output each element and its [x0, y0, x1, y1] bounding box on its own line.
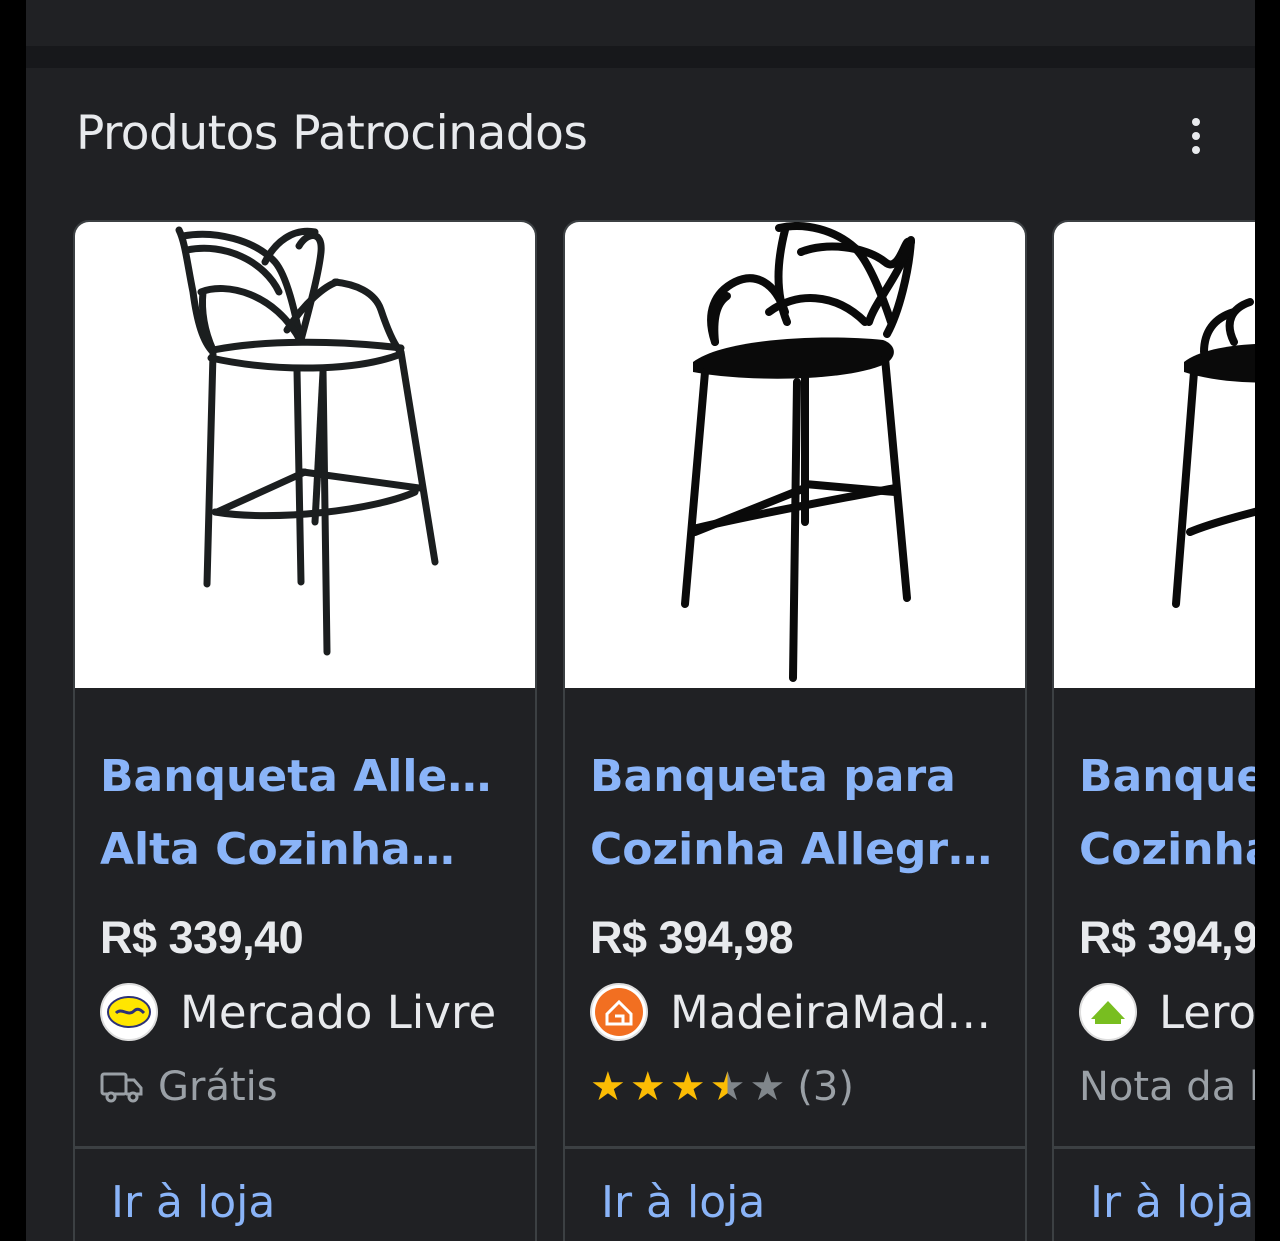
merchant-name: Leroy — [1159, 985, 1255, 1039]
product-card[interactable]: Banqueta Cozinha R$ 394,9 Leroy Nota da … — [1052, 220, 1255, 1241]
product-title-link[interactable]: Banqueta Allegra Alta Cozinha… — [100, 740, 510, 886]
merchant-name: MadeiraMad… — [670, 985, 992, 1039]
card-divider — [1054, 1146, 1255, 1149]
rating-row: Nota da l — [1079, 1062, 1255, 1112]
truck-icon — [100, 1072, 143, 1103]
card-divider — [75, 1146, 535, 1149]
store-rating-label: Nota da l — [1079, 1064, 1255, 1110]
product-card[interactable]: Banqueta Allegra Alta Cozinha… R$ 339,40… — [73, 220, 537, 1241]
mercado-livre-logo-icon — [100, 983, 158, 1041]
section-divider — [26, 46, 1255, 68]
product-title-line: Banqueta — [1079, 751, 1255, 802]
star-outline-icon: ★ — [749, 1064, 786, 1110]
bar-stool-image — [175, 226, 439, 656]
product-title-line: Banqueta para — [590, 751, 956, 802]
star-icon: ★ — [669, 1064, 706, 1110]
product-title-line: Alta Cozinha… — [100, 824, 455, 875]
leroy-merlin-logo-icon — [1079, 983, 1137, 1041]
more-vert-icon[interactable] — [1174, 112, 1218, 160]
product-card[interactable]: Banqueta para Cozinha Allegra… R$ 394,98… — [563, 220, 1027, 1241]
bar-stool-image — [681, 222, 915, 682]
visit-store-link[interactable]: Ir à loja — [111, 1177, 275, 1228]
product-price: R$ 394,98 — [590, 912, 794, 963]
product-image[interactable] — [1054, 222, 1255, 688]
sponsored-products-panel: Produtos Patrocinados Banqueta Allegra A… — [26, 68, 1255, 1241]
bar-stool-image — [1172, 298, 1255, 608]
product-price: R$ 339,40 — [100, 912, 304, 963]
visit-store-link[interactable]: Ir à loja — [1090, 1177, 1254, 1228]
star-rating: ★ ★ ★ ★ ★ — [590, 1067, 785, 1107]
star-icon: ★ — [590, 1064, 626, 1110]
merchant-row: Mercado Livre — [100, 982, 520, 1042]
half-star-icon: ★ — [709, 1064, 746, 1110]
review-count: (3) — [797, 1064, 854, 1110]
product-price: R$ 394,9 — [1079, 912, 1255, 963]
product-title-line: Banqueta Allegra — [100, 751, 510, 802]
shipping-label: Grátis — [158, 1064, 278, 1110]
shipping-info: Grátis — [100, 1062, 278, 1112]
madeiramadeira-logo-icon — [590, 983, 648, 1041]
product-title-line: Cozinha — [1079, 824, 1255, 875]
rating-row: ★ ★ ★ ★ ★ (3) — [590, 1062, 854, 1112]
product-title-link[interactable]: Banqueta para Cozinha Allegra… — [590, 740, 1000, 886]
visit-store-link[interactable]: Ir à loja — [601, 1177, 765, 1228]
section-title: Produtos Patrocinados — [76, 106, 588, 161]
card-divider — [565, 1146, 1025, 1149]
merchant-row: Leroy — [1079, 982, 1255, 1042]
product-image[interactable] — [565, 222, 1025, 688]
product-title-line: Cozinha Allegra… — [590, 824, 1000, 875]
product-title-link[interactable]: Banqueta Cozinha — [1079, 740, 1255, 886]
star-icon: ★ — [629, 1064, 666, 1110]
merchant-name: Mercado Livre — [180, 985, 497, 1039]
top-panel-edge — [26, 0, 1255, 46]
product-image[interactable] — [75, 222, 535, 688]
merchant-row: MadeiraMad… — [590, 982, 1010, 1042]
